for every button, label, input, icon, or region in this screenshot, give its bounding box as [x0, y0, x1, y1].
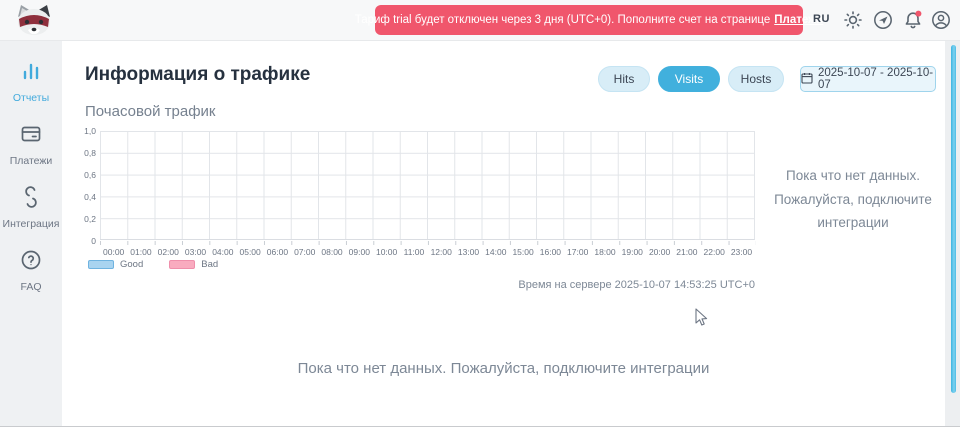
x-axis-labels: 00:00 01:00 02:00 03:00 04:00 05:00 06:0… [100, 247, 755, 257]
x-axis-ticks [100, 241, 756, 245]
sidebar-item-label: FAQ [20, 281, 41, 293]
date-range-value: 2025-10-07 - 2025-10-07 [818, 67, 935, 91]
server-time: Время на сервере 2025-10-07 14:53:25 UTC… [455, 279, 755, 291]
chart-title: Почасовой трафик [85, 103, 216, 120]
integration-icon [19, 185, 43, 214]
profile-icon[interactable] [930, 9, 952, 31]
question-icon [19, 248, 43, 277]
trial-warning-banner: Тариф trial будет отключен через 3 дня (… [375, 5, 803, 35]
sidebar-item-label: Платежи [10, 155, 53, 167]
x-tick: 08:00 [318, 247, 345, 257]
bottom-strip [0, 427, 960, 433]
x-tick: 20:00 [646, 247, 673, 257]
x-tick: 09:00 [346, 247, 373, 257]
y-tick: 0,6 [84, 170, 96, 180]
language-selector[interactable]: RU [813, 13, 830, 25]
x-tick: 19:00 [619, 247, 646, 257]
notifications-bell-icon[interactable] [902, 9, 924, 31]
app-page: Тариф trial будет отключен через 3 дня (… [0, 0, 960, 433]
x-tick: 22:00 [701, 247, 728, 257]
legend-bad-label: Bad [201, 259, 218, 270]
x-tick: 06:00 [264, 247, 291, 257]
mouse-cursor [694, 308, 708, 328]
tab-hits[interactable]: Hits [598, 66, 650, 92]
x-tick: 18:00 [591, 247, 618, 257]
y-tick: 0,2 [84, 214, 96, 224]
x-tick: 07:00 [291, 247, 318, 257]
sidebar-item-label: Интеграция [3, 218, 60, 230]
tab-visits[interactable]: Visits [658, 66, 720, 92]
sidebar-item-label: Отчеты [13, 92, 49, 104]
x-tick: 21:00 [673, 247, 700, 257]
sidebar-item-faq[interactable]: FAQ [0, 248, 62, 293]
x-tick: 11:00 [400, 247, 427, 257]
x-tick: 13:00 [455, 247, 482, 257]
y-tick: 0,4 [84, 192, 96, 202]
y-tick: 1,0 [84, 126, 96, 136]
x-tick: 16:00 [537, 247, 564, 257]
x-tick: 00:00 [100, 247, 127, 257]
x-tick: 17:00 [564, 247, 591, 257]
empty-data-bottom-message: Пока что нет данных. Пожалуйста, подключ… [62, 360, 945, 377]
x-tick: 10:00 [373, 247, 400, 257]
notification-dot [915, 11, 921, 17]
bar-chart-icon [19, 59, 43, 88]
vertical-scrollbar[interactable] [951, 45, 956, 393]
legend-good-swatch [88, 260, 114, 269]
sidebar-item-integration[interactable]: Интеграция [0, 185, 62, 230]
sidebar-item-payments[interactable]: Платежи [0, 122, 62, 167]
legend-bad-swatch [169, 260, 195, 269]
y-tick: 0,8 [84, 148, 96, 158]
x-tick: 12:00 [428, 247, 455, 257]
banner-text: Тариф trial будет отключен через 3 дня (… [355, 14, 771, 26]
x-tick: 05:00 [236, 247, 263, 257]
calendar-icon [801, 72, 813, 87]
app-logo-raccoon-icon[interactable] [14, 3, 54, 38]
theme-sun-icon[interactable] [842, 9, 864, 31]
x-tick: 15:00 [509, 247, 536, 257]
y-tick: 0 [91, 236, 96, 246]
tab-hosts[interactable]: Hosts [728, 66, 784, 92]
x-tick: 23:00 [728, 247, 755, 257]
x-tick: 03:00 [182, 247, 209, 257]
x-tick: 14:00 [482, 247, 509, 257]
date-range-picker[interactable]: 2025-10-07 - 2025-10-07 [800, 66, 936, 92]
y-axis-labels: 1,0 0,8 0,6 0,4 0,2 0 [70, 131, 96, 241]
card-icon [19, 122, 43, 151]
chart-legend: Good Bad [88, 259, 218, 270]
empty-data-side-message: Пока что нет данных. Пожалуйста, подключ… [758, 164, 948, 235]
sidebar-item-reports[interactable]: Отчеты [0, 59, 62, 104]
legend-good-label: Good [120, 259, 143, 270]
page-title: Информация о трафике [85, 64, 310, 86]
x-tick: 02:00 [155, 247, 182, 257]
x-tick: 01:00 [127, 247, 154, 257]
hourly-traffic-chart[interactable] [100, 131, 755, 240]
x-tick: 04:00 [209, 247, 236, 257]
send-icon[interactable] [872, 9, 894, 31]
top-header: Тариф trial будет отключен через 3 дня (… [0, 0, 960, 41]
sidebar-nav: Отчеты Платежи Интеграция [0, 41, 62, 426]
